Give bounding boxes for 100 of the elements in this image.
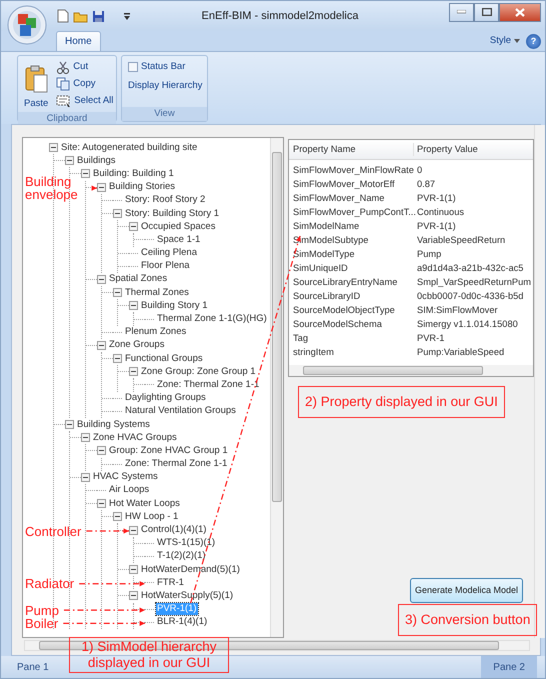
tree-item[interactable]: Occupied Spaces — [140, 220, 216, 233]
tree-item[interactable]: Zone Group: Zone Group 1 — [140, 366, 257, 378]
tree-item[interactable]: Space 1-1 — [156, 234, 202, 246]
ribbon-button[interactable]: Cut — [54, 59, 116, 75]
scrollbar[interactable] — [289, 365, 533, 376]
tree-item[interactable]: Story: Roof Story 2 — [124, 194, 206, 206]
new-file-icon[interactable] — [57, 9, 69, 23]
tree-item[interactable]: Group: Zone HVAC Group 1 — [108, 444, 229, 457]
tree-item[interactable]: Buildings — [76, 154, 117, 167]
table-cell-text: SimModelType — [292, 248, 356, 261]
maximize-button[interactable] — [474, 2, 499, 22]
checkbox[interactable]: Status Bar — [126, 59, 204, 75]
tree-item[interactable]: Zone HVAC Groups — [92, 432, 178, 444]
tree-item[interactable]: HotWaterSupply(5)(1) — [140, 590, 234, 602]
callout-label: Pump — [25, 604, 59, 617]
ribbon-button[interactable]: Display Hierarchy — [126, 78, 204, 94]
maximize-icon — [482, 8, 492, 16]
collapse-icon[interactable] — [65, 420, 74, 430]
tree-item[interactable]: Daylighting Groups — [124, 392, 207, 404]
callout-arrow — [86, 528, 129, 534]
tree-item[interactable]: Building Systems — [76, 418, 151, 431]
tree-item[interactable]: BLR-1(4)(1) — [156, 616, 208, 628]
caret-icon — [514, 39, 520, 43]
status-pane: Pane 2 — [481, 656, 537, 678]
tree-item[interactable]: Thermal Zones — [124, 286, 190, 299]
collapse-icon[interactable] — [129, 367, 138, 376]
scrollbar[interactable] — [270, 138, 283, 637]
tree-item[interactable]: Spatial Zones — [108, 273, 168, 286]
ribbon-button[interactable]: Paste — [22, 59, 50, 112]
tree-item[interactable]: Hot Water Loops — [108, 498, 181, 510]
dropdown-icon[interactable] — [123, 12, 131, 20]
collapse-icon[interactable] — [113, 512, 122, 522]
ribbon-button[interactable]: Copy — [54, 76, 116, 92]
table-cell-text: SourceModelObjectType — [292, 304, 396, 317]
generate-button[interactable]: Generate Modelica Model — [410, 578, 523, 603]
tree-item[interactable]: WTS-1(15)(1) — [156, 537, 216, 550]
tree-item[interactable]: HW Loop - 1 — [124, 510, 180, 523]
collapse-icon[interactable] — [97, 499, 106, 508]
collapse-icon[interactable] — [97, 340, 106, 350]
collapse-icon[interactable] — [129, 222, 138, 232]
collapse-icon[interactable] — [129, 526, 138, 535]
close-button[interactable] — [499, 2, 541, 22]
table-cell-text: SimModelName — [292, 220, 360, 233]
tree-item[interactable]: HotWaterDemand(5)(1) — [140, 564, 241, 576]
collapse-icon[interactable] — [97, 274, 106, 284]
style-menu[interactable]: Style — [488, 33, 522, 49]
tree-item[interactable]: Floor Plena — [140, 260, 191, 272]
tree-item[interactable]: Zone Groups — [108, 339, 166, 352]
collapse-icon[interactable] — [65, 156, 74, 166]
tree-item[interactable]: Control(1)(4)(1) — [140, 524, 208, 536]
ribbon-tab[interactable]: Home — [56, 31, 101, 51]
tree-item[interactable]: FTR-1 — [156, 576, 185, 589]
tree-item[interactable]: Site: Autogenerated building site — [60, 142, 198, 154]
tree-item[interactable]: Air Loops — [108, 484, 150, 496]
column-header[interactable]: Property Name — [289, 142, 414, 156]
clipboard-icon — [24, 65, 48, 93]
table-cell-text: SimFlowMover_PumpContT... — [292, 206, 414, 219]
tree-item[interactable]: Building Story 1 — [140, 300, 209, 312]
tree-item[interactable]: Thermal Zone 1-1(G)(HG) — [156, 313, 268, 326]
annotation-note: 3) Conversion button — [398, 604, 538, 636]
annotation-note: 1) SimModel hierarchy displayed in our GUI — [69, 637, 229, 673]
tree-item[interactable]: T-1(2)(2)(1) — [156, 550, 207, 562]
ribbon-button[interactable]: Select All — [54, 93, 116, 109]
table-cell-text: SourceLibraryEntryName — [292, 276, 398, 289]
scrollbar[interactable] — [534, 125, 545, 638]
tree-item[interactable]: Building: Building 1 — [92, 168, 175, 180]
minimize-button[interactable] — [449, 2, 474, 22]
annotation-note: 2) Property displayed in our GUI — [298, 386, 505, 418]
collapse-icon[interactable] — [113, 354, 122, 364]
table-cell-text: SourceModelSchema — [292, 318, 383, 331]
folder-icon[interactable] — [73, 10, 88, 22]
collapse-icon[interactable] — [129, 301, 138, 310]
table-cell-text: SourceLibraryID — [292, 290, 362, 303]
collapse-icon[interactable] — [81, 472, 90, 482]
collapse-icon[interactable] — [113, 209, 122, 218]
table-cell-text: SimFlowMover_MotorEff — [292, 178, 396, 191]
tree-item[interactable]: Zone: Thermal Zone 1-1 — [124, 458, 228, 470]
tree-item[interactable]: Plenum Zones — [124, 326, 188, 338]
collapse-icon[interactable] — [129, 591, 138, 600]
tree-item[interactable]: Story: Building Story 1 — [124, 208, 220, 220]
column-header[interactable]: Property Value — [414, 142, 533, 156]
tree-item[interactable]: Natural Ventilation Groups — [124, 405, 237, 418]
tree-item[interactable]: Ceiling Plena — [140, 247, 198, 260]
collapse-icon[interactable] — [81, 169, 90, 178]
save-icon[interactable] — [92, 10, 105, 22]
tree-item[interactable]: Functional Groups — [124, 352, 204, 365]
collapse-icon[interactable] — [49, 143, 58, 152]
collapse-icon[interactable] — [97, 182, 106, 192]
table-cell-text: PVR-1 — [416, 332, 444, 345]
collapse-icon[interactable] — [97, 446, 106, 456]
table-cell-text: SimModelSubtype — [292, 234, 370, 247]
tree-item[interactable]: HVAC Systems — [92, 471, 159, 484]
tree-item[interactable]: Building Stories — [108, 181, 176, 194]
collapse-icon[interactable] — [81, 433, 90, 442]
table-cell-text: SimFlowMover_MinFlowRate — [292, 164, 414, 177]
app-menu-button[interactable] — [7, 5, 47, 45]
minimize-icon — [457, 10, 466, 14]
collapse-icon[interactable] — [129, 565, 138, 574]
collapse-icon[interactable] — [113, 288, 122, 298]
table-cell-text: VariableSpeedReturn — [416, 234, 506, 247]
